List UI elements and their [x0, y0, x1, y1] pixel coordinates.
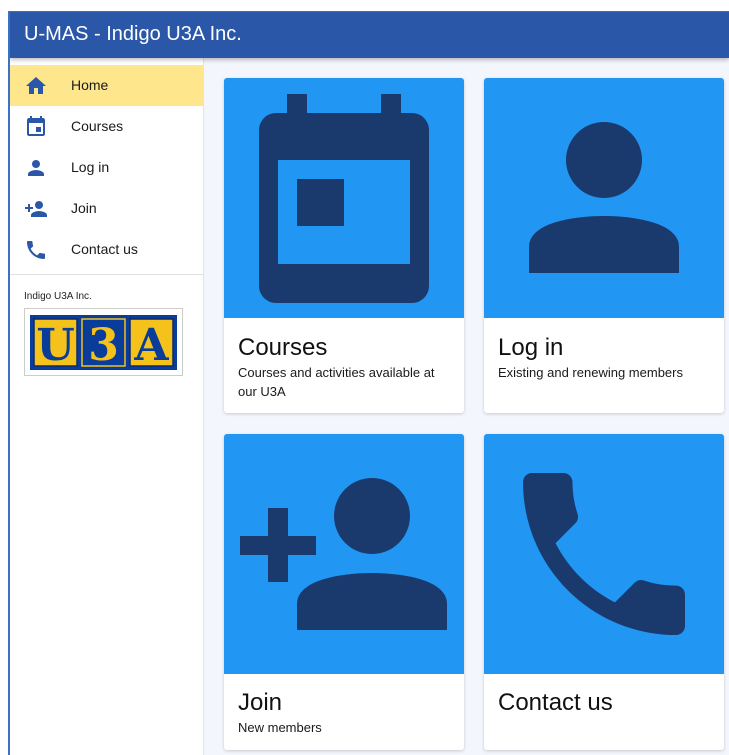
- calendar-icon: [259, 94, 429, 303]
- person-add-icon: [24, 197, 48, 221]
- card-title: Courses: [238, 334, 328, 361]
- sidebar-item-label: Home: [71, 77, 109, 93]
- calendar-icon: [24, 115, 48, 139]
- card-title: Contact us: [498, 689, 613, 716]
- app-bar: U-MAS - Indigo U3A Inc.: [10, 12, 729, 58]
- card-description: New members: [238, 720, 322, 735]
- contact-card[interactable]: Contact us: [484, 434, 724, 750]
- card-title: Join: [238, 689, 283, 716]
- main-content: Courses Courses and activities available…: [206, 58, 729, 755]
- card-media: [484, 434, 724, 674]
- card-media: [224, 78, 464, 318]
- sidebar-divider: [10, 274, 203, 275]
- sidebar-item-label: Courses: [71, 118, 124, 134]
- join-card[interactable]: Join New members: [224, 434, 464, 750]
- app-frame: U-MAS - Indigo U3A Inc. Home Courses Log…: [8, 11, 729, 755]
- card-description: Courses and activities available at our …: [238, 365, 435, 399]
- sidebar-item-label: Contact us: [71, 241, 138, 257]
- org-name: Indigo U3A Inc.: [24, 291, 92, 302]
- u3a-logo-image: U 3 A: [30, 315, 177, 370]
- sidebar-nav: Home Courses Log in Join Contact us: [10, 58, 203, 270]
- sidebar-item-home[interactable]: Home: [10, 65, 203, 106]
- sidebar-item-label: Join: [71, 200, 97, 216]
- sidebar-item-contact[interactable]: Contact us: [10, 229, 203, 270]
- sidebar-item-login[interactable]: Log in: [10, 147, 203, 188]
- home-icon: [24, 74, 48, 98]
- sidebar: Home Courses Log in Join Contact us Indi…: [10, 58, 204, 755]
- card-description: Existing and renewing members: [498, 365, 683, 380]
- person-icon: [529, 122, 679, 273]
- sidebar-item-courses[interactable]: Courses: [10, 106, 203, 147]
- courses-card[interactable]: Courses Courses and activities available…: [224, 78, 464, 413]
- app-title: U-MAS - Indigo U3A Inc.: [24, 23, 242, 45]
- phone-icon: [24, 238, 48, 262]
- person-add-icon: [240, 478, 447, 630]
- card-media: [484, 78, 724, 318]
- phone-icon: [523, 473, 685, 635]
- svg-text:U: U: [36, 320, 74, 370]
- person-icon: [24, 156, 48, 180]
- svg-text:3: 3: [88, 320, 119, 370]
- sidebar-item-join[interactable]: Join: [10, 188, 203, 229]
- sidebar-item-label: Log in: [71, 159, 110, 175]
- login-card[interactable]: Log in Existing and renewing members: [484, 78, 724, 413]
- card-title: Log in: [498, 334, 564, 361]
- card-media: [224, 434, 464, 674]
- svg-text:A: A: [133, 320, 169, 370]
- u3a-logo: U 3 A: [24, 308, 183, 376]
